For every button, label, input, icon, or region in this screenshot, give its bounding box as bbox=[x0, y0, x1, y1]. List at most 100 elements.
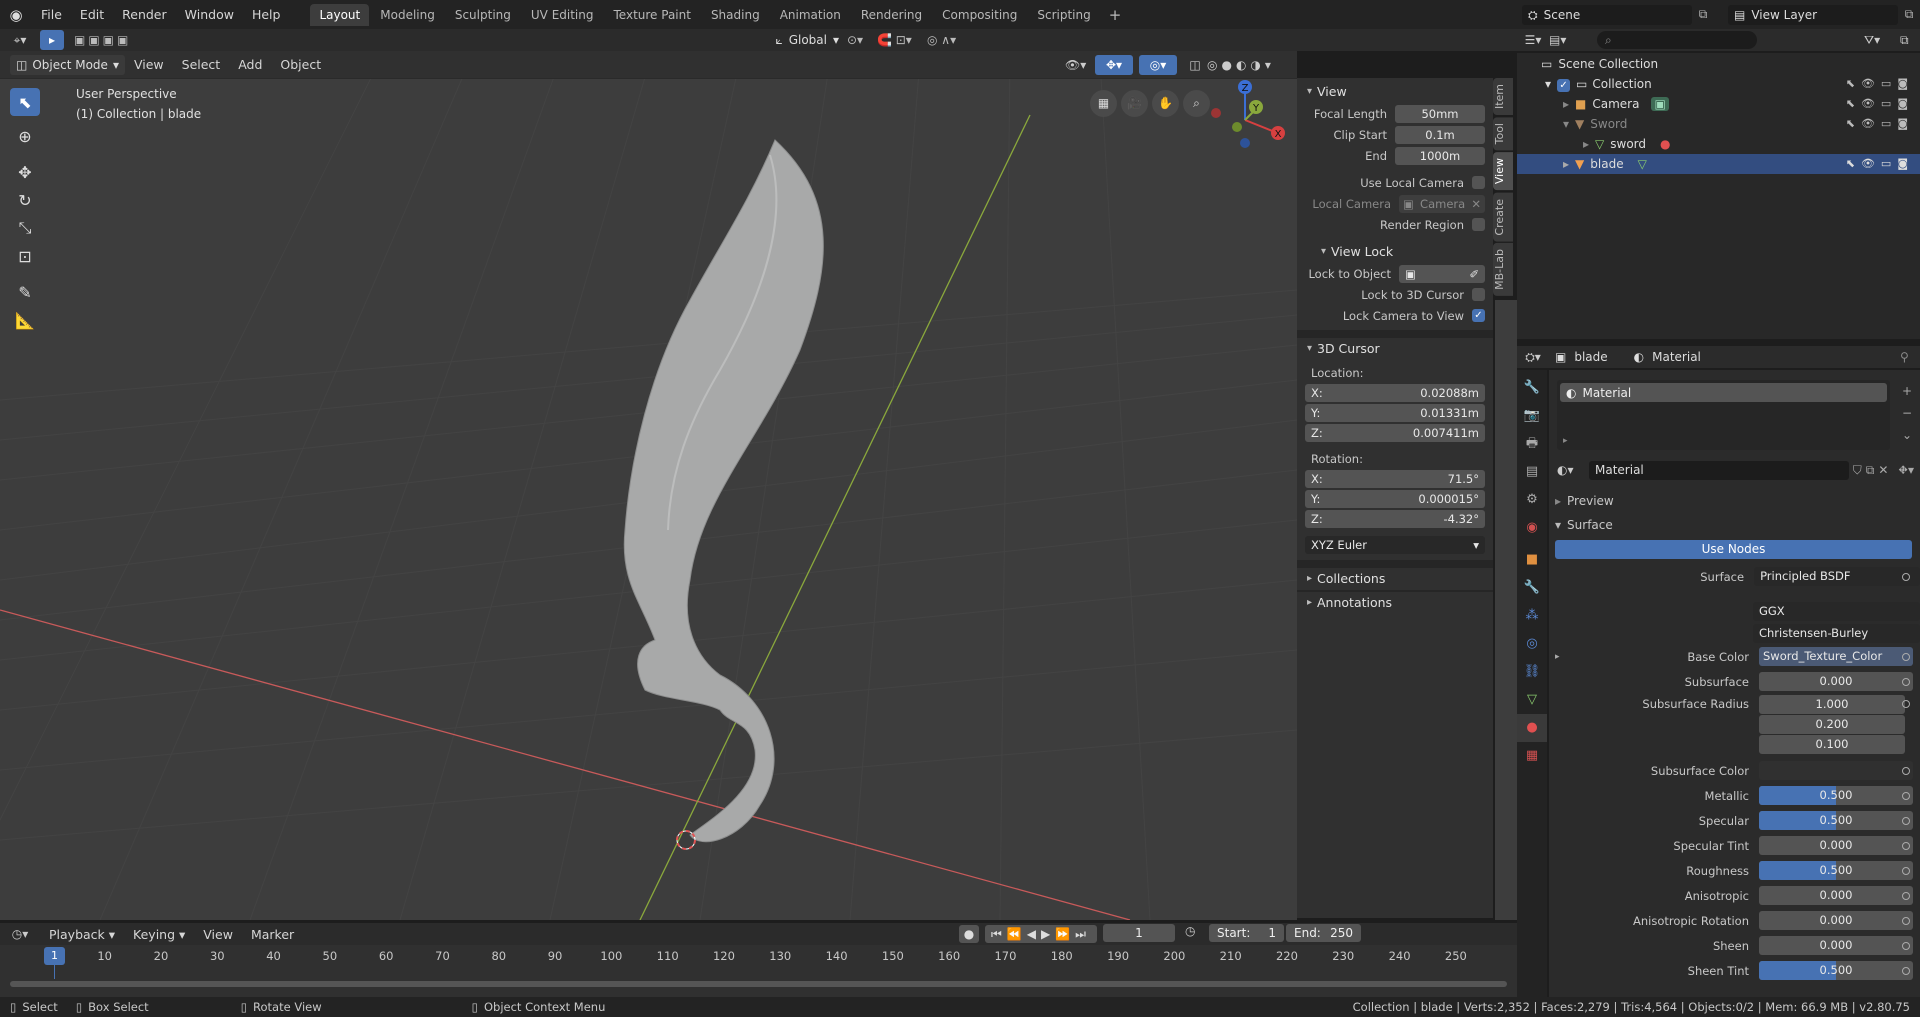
row-toggles[interactable]: ⬉👁▭◙ bbox=[1846, 94, 1914, 114]
pan-view-icon[interactable]: ✋ bbox=[1152, 90, 1179, 117]
menu-render[interactable]: Render bbox=[113, 0, 176, 29]
outliner-blade[interactable]: ▸ ▼ blade ▽ ⬉👁▭◙ bbox=[1517, 154, 1920, 174]
expand-icon[interactable]: ▾ bbox=[1563, 117, 1569, 131]
prop-slider[interactable]: 0.500 bbox=[1759, 861, 1913, 880]
expand-icon[interactable]: ▸ bbox=[1563, 157, 1569, 171]
object-breadcrumb[interactable]: ▣ blade bbox=[1555, 350, 1608, 364]
viewport-menu-view[interactable]: View bbox=[125, 50, 173, 79]
move-tool-icon[interactable]: ✥ bbox=[10, 158, 40, 186]
current-frame-field[interactable]: 1 bbox=[1103, 924, 1175, 942]
view-lock-header[interactable]: View Lock bbox=[1319, 241, 1493, 263]
viewport-menu-add[interactable]: Add bbox=[229, 50, 271, 79]
data-props-icon[interactable]: ▽ bbox=[1517, 686, 1547, 714]
end-frame-field[interactable]: End: 250 bbox=[1286, 924, 1361, 942]
outliner-camera[interactable]: ▸ ■ Camera ▣ ⬉👁▭◙ bbox=[1517, 94, 1920, 114]
rotate-tool-icon[interactable]: ↻ bbox=[10, 186, 40, 214]
subsurface-radius-z[interactable]: 0.100 bbox=[1759, 734, 1905, 754]
render-props-icon[interactable]: 📷 bbox=[1517, 402, 1547, 430]
lock-to-object-field[interactable]: ▣ ✐ bbox=[1399, 264, 1485, 283]
cursor-location-z-field[interactable]: Z: 0.007411m bbox=[1305, 424, 1485, 442]
outliner-sword-mesh[interactable]: ▸ ▽ sword ● bbox=[1517, 134, 1920, 154]
3d-viewport[interactable]: User Perspective (1) Collection | blade … bbox=[0, 60, 1297, 920]
row-toggles[interactable]: ⬉👁▭◙ bbox=[1846, 74, 1914, 94]
link-socket-icon[interactable] bbox=[1902, 677, 1910, 686]
cursor-location-x-field[interactable]: X: 0.02088m bbox=[1305, 384, 1485, 402]
tab-item[interactable]: Item bbox=[1493, 78, 1513, 116]
node-link-icon[interactable]: ⛖▾ bbox=[1898, 463, 1914, 478]
view-layer-props-icon[interactable]: ▤ bbox=[1517, 458, 1547, 486]
browse-material-icon[interactable]: ◐▾ bbox=[1557, 463, 1585, 477]
world-props-icon[interactable]: ◉ bbox=[1517, 514, 1547, 542]
collection-exclude-checkbox[interactable]: ✓ bbox=[1557, 79, 1571, 92]
render-region-checkbox[interactable] bbox=[1472, 218, 1485, 231]
link-socket-icon[interactable] bbox=[1902, 891, 1910, 900]
remove-slot-icon[interactable]: − bbox=[1898, 402, 1916, 424]
view-section-header[interactable]: View bbox=[1305, 81, 1493, 103]
pivot-icon[interactable]: ⊙▾ bbox=[847, 33, 877, 47]
menu-file[interactable]: File bbox=[32, 0, 71, 29]
visibility-icon[interactable]: 👁▾ bbox=[1065, 58, 1095, 72]
editor-type-icon[interactable]: ⌖▾ bbox=[0, 33, 40, 48]
texture-props-icon[interactable]: ▦ bbox=[1517, 742, 1547, 770]
lock-to-cursor-checkbox[interactable] bbox=[1472, 288, 1485, 301]
3d-cursor-header[interactable]: 3D Cursor bbox=[1305, 338, 1493, 360]
transform-tool-icon[interactable]: ⊡ bbox=[10, 242, 40, 270]
link-socket-icon[interactable] bbox=[1902, 916, 1910, 925]
workspace-tab-scripting[interactable]: Scripting bbox=[1028, 4, 1099, 26]
workspace-tab-compositing[interactable]: Compositing bbox=[933, 4, 1026, 26]
outliner-sword[interactable]: ▾ ▼ Sword ⬉👁▭◙ bbox=[1517, 114, 1920, 134]
slot-menu-icon[interactable]: ⌄ bbox=[1898, 424, 1916, 446]
timeline-editor-icon[interactable]: ◷▾ bbox=[0, 927, 40, 941]
outliner-collection[interactable]: ▾ ✓ ▭ Collection ⬉👁▭◙ bbox=[1517, 74, 1920, 94]
select-tool-icon[interactable]: ▸ bbox=[40, 30, 64, 50]
link-socket-icon[interactable] bbox=[1902, 866, 1910, 875]
properties-editor-icon[interactable]: ⛭▾ bbox=[1517, 350, 1549, 365]
cursor-tool-icon[interactable]: ⊕ bbox=[10, 122, 40, 150]
prop-slider[interactable]: 0.000 bbox=[1759, 886, 1913, 905]
prop-slider[interactable]: 0.000 bbox=[1759, 836, 1913, 855]
workspace-tab-rendering[interactable]: Rendering bbox=[852, 4, 931, 26]
measure-tool-icon[interactable]: 📐 bbox=[10, 306, 40, 334]
preview-header[interactable]: ▸ Preview bbox=[1555, 490, 1920, 512]
fake-user-icon[interactable]: ⛉ bbox=[1853, 463, 1862, 478]
view-layer-selector[interactable]: ▤ View Layer bbox=[1728, 4, 1898, 25]
use-nodes-button[interactable]: Use Nodes bbox=[1555, 540, 1912, 559]
link-socket-icon[interactable] bbox=[1902, 791, 1910, 800]
row-toggles[interactable]: ⬉👁▭◙ bbox=[1846, 154, 1914, 174]
cursor-rotation-x-field[interactable]: X: 71.5° bbox=[1305, 470, 1485, 488]
preview-range-icon[interactable]: ◷ bbox=[1185, 924, 1195, 938]
expand-icon[interactable]: ▸ bbox=[1563, 436, 1568, 446]
annotations-header[interactable]: Annotations bbox=[1305, 592, 1493, 614]
timeline-scrollbar[interactable] bbox=[10, 981, 1507, 987]
annotate-tool-icon[interactable]: ✎ bbox=[10, 278, 40, 306]
material-props-icon[interactable]: ● bbox=[1517, 714, 1547, 742]
link-socket-icon[interactable] bbox=[1902, 816, 1910, 825]
viewport-menu-select[interactable]: Select bbox=[173, 50, 230, 79]
frame-ruler[interactable]: 1102030405060708090100110120130140150160… bbox=[0, 945, 1517, 979]
surface-shader-dropdown[interactable]: Principled BSDF bbox=[1754, 567, 1920, 586]
subsurface-method-dropdown[interactable]: Christensen-Burley bbox=[1752, 623, 1920, 643]
workspace-tab-modeling[interactable]: Modeling bbox=[371, 4, 444, 26]
physics-props-icon[interactable]: ◎ bbox=[1517, 630, 1547, 658]
surface-header[interactable]: ▾ Surface bbox=[1555, 514, 1920, 536]
clip-start-field[interactable]: 0.1m bbox=[1395, 125, 1485, 144]
subsurface-radius-x[interactable]: 1.000 bbox=[1759, 694, 1905, 714]
clip-end-field[interactable]: 1000m bbox=[1395, 146, 1485, 165]
toggle-grid-icon[interactable]: ▦ bbox=[1090, 90, 1117, 117]
clear-icon[interactable]: ✕ bbox=[1471, 195, 1481, 213]
start-frame-field[interactable]: Start: 1 bbox=[1209, 924, 1284, 942]
local-camera-field[interactable]: ▣ Camera ✕ bbox=[1399, 194, 1485, 213]
shading-mode-icons[interactable]: ◎●◐◑▾ bbox=[1207, 58, 1297, 72]
xray-icon[interactable]: ◫ bbox=[1183, 58, 1207, 72]
focal-length-field[interactable]: 50mm bbox=[1395, 104, 1485, 123]
unlink-material-icon[interactable]: ✕ bbox=[1878, 463, 1888, 477]
pin-icon[interactable]: ⚲ bbox=[1900, 350, 1920, 364]
orientation-gizmo[interactable]: Z X Y bbox=[1200, 75, 1290, 165]
playhead[interactable]: 1 bbox=[44, 947, 65, 965]
workspace-tab-animation[interactable]: Animation bbox=[771, 4, 850, 26]
use-local-camera-checkbox[interactable] bbox=[1472, 176, 1485, 189]
cursor-location-y-field[interactable]: Y: 0.01331m bbox=[1305, 404, 1485, 422]
gizmo-toggle-icon[interactable]: ✥▾ bbox=[1095, 54, 1133, 75]
prop-slider[interactable]: 0.000 bbox=[1759, 936, 1913, 955]
outliner-scene-collection[interactable]: ▭ Scene Collection bbox=[1517, 54, 1920, 74]
